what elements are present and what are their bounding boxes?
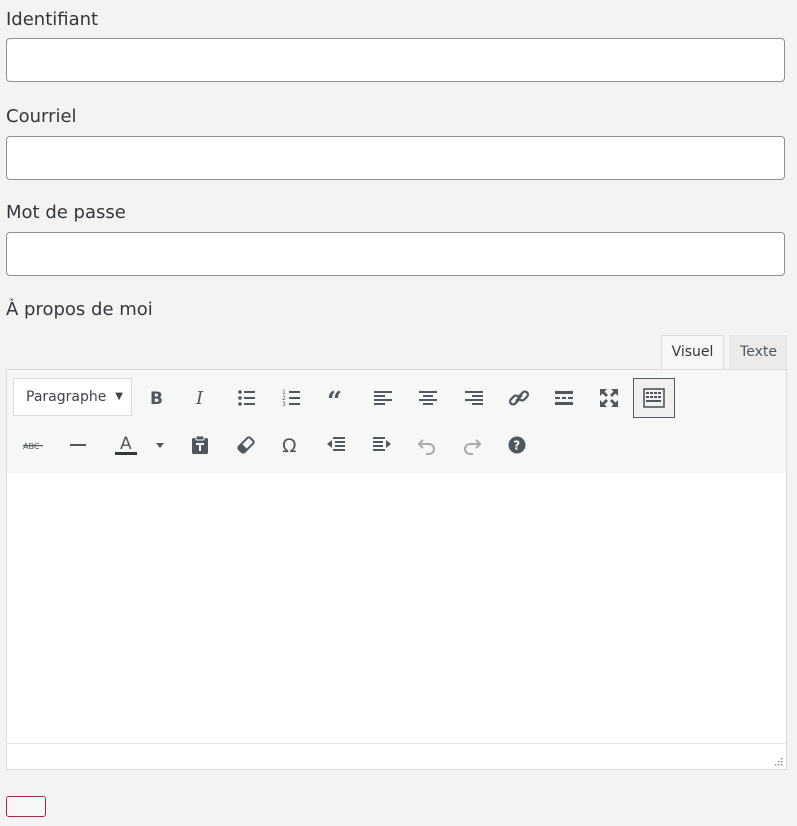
- chevron-down-icon: ▼: [115, 391, 123, 402]
- toolbar-toggle-button[interactable]: [633, 378, 675, 418]
- email-input[interactable]: [6, 136, 785, 180]
- indent-icon: [373, 437, 391, 451]
- password-label: Mot de passe: [6, 202, 126, 223]
- strikethrough-icon: ABC: [23, 442, 43, 451]
- align-center-button[interactable]: [413, 383, 443, 413]
- rich-text-editor: Paragraphe ▼ B I 123 “ ABC A Ω ?: [6, 369, 787, 770]
- submit-button[interactable]: [6, 796, 46, 817]
- indent-button[interactable]: [367, 430, 397, 460]
- svg-text:Ω: Ω: [282, 435, 297, 455]
- svg-text:“: “: [327, 388, 342, 408]
- undo-button[interactable]: [412, 430, 442, 460]
- bulleted-list-button[interactable]: [232, 383, 262, 413]
- link-icon: [508, 390, 530, 406]
- italic-button[interactable]: I: [186, 383, 216, 413]
- undo-icon: [417, 439, 435, 455]
- caret-down-icon: [156, 443, 164, 448]
- fullscreen-button[interactable]: [594, 383, 624, 413]
- tab-visual[interactable]: Visuel: [661, 335, 724, 369]
- italic-icon: I: [195, 388, 204, 408]
- svg-text:A: A: [120, 434, 132, 454]
- bold-button[interactable]: B: [141, 383, 171, 413]
- about-label: À propos de moi: [6, 299, 153, 320]
- tab-text[interactable]: Texte: [730, 335, 787, 369]
- strikethrough-button[interactable]: ABC: [18, 430, 48, 460]
- blockquote-button[interactable]: “: [322, 383, 352, 413]
- editor-content-area[interactable]: [7, 473, 786, 744]
- read-more-icon: [555, 391, 573, 405]
- editor-toolbar: Paragraphe ▼ B I 123 “ ABC A Ω ?: [7, 370, 786, 474]
- outdent-button[interactable]: [321, 430, 351, 460]
- username-label: Identifiant: [6, 9, 99, 30]
- svg-text:3: 3: [282, 401, 286, 408]
- align-left-button[interactable]: [368, 383, 398, 413]
- read-more-button[interactable]: [549, 383, 579, 413]
- fullscreen-icon: [600, 389, 618, 407]
- special-character-button[interactable]: Ω: [276, 430, 306, 460]
- outdent-icon: [327, 437, 345, 451]
- paste-as-text-icon: [192, 435, 208, 454]
- text-color-button[interactable]: A: [111, 430, 141, 460]
- email-label: Courriel: [6, 106, 77, 127]
- clear-formatting-icon: [237, 436, 255, 454]
- username-input[interactable]: [6, 38, 785, 82]
- toolbar-toggle-icon: [643, 388, 665, 408]
- resize-handle-icon[interactable]: [772, 755, 784, 767]
- bulleted-list-icon: [238, 390, 255, 406]
- redo-icon: [464, 439, 482, 455]
- help-icon: ?: [508, 436, 526, 454]
- redo-button[interactable]: [457, 430, 487, 460]
- paste-as-text-button[interactable]: [185, 430, 215, 460]
- format-select-value: Paragraphe: [26, 389, 107, 405]
- svg-text:B: B: [150, 389, 163, 408]
- password-input[interactable]: [6, 232, 785, 276]
- align-right-button[interactable]: [459, 383, 489, 413]
- blockquote-icon: “: [327, 388, 342, 408]
- text-color-icon: A: [115, 434, 137, 455]
- bold-icon: B: [150, 389, 163, 408]
- format-select[interactable]: Paragraphe ▼: [13, 378, 132, 416]
- numbered-list-button[interactable]: 123: [277, 383, 307, 413]
- align-left-icon: [374, 391, 392, 405]
- numbered-list-icon: 123: [282, 389, 300, 408]
- svg-text:I: I: [195, 388, 204, 408]
- text-color-dropdown[interactable]: [152, 430, 168, 460]
- horizontal-line-button[interactable]: [63, 430, 93, 460]
- align-right-icon: [465, 391, 483, 405]
- link-button[interactable]: [504, 383, 534, 413]
- svg-text:?: ?: [513, 439, 520, 453]
- svg-text:ABC: ABC: [23, 442, 40, 451]
- help-button[interactable]: ?: [502, 430, 532, 460]
- editor-statusbar: [7, 743, 786, 769]
- horizontal-line-icon: [70, 444, 86, 446]
- align-center-icon: [419, 391, 437, 405]
- clear-formatting-button[interactable]: [231, 430, 261, 460]
- special-character-icon: Ω: [282, 435, 297, 455]
